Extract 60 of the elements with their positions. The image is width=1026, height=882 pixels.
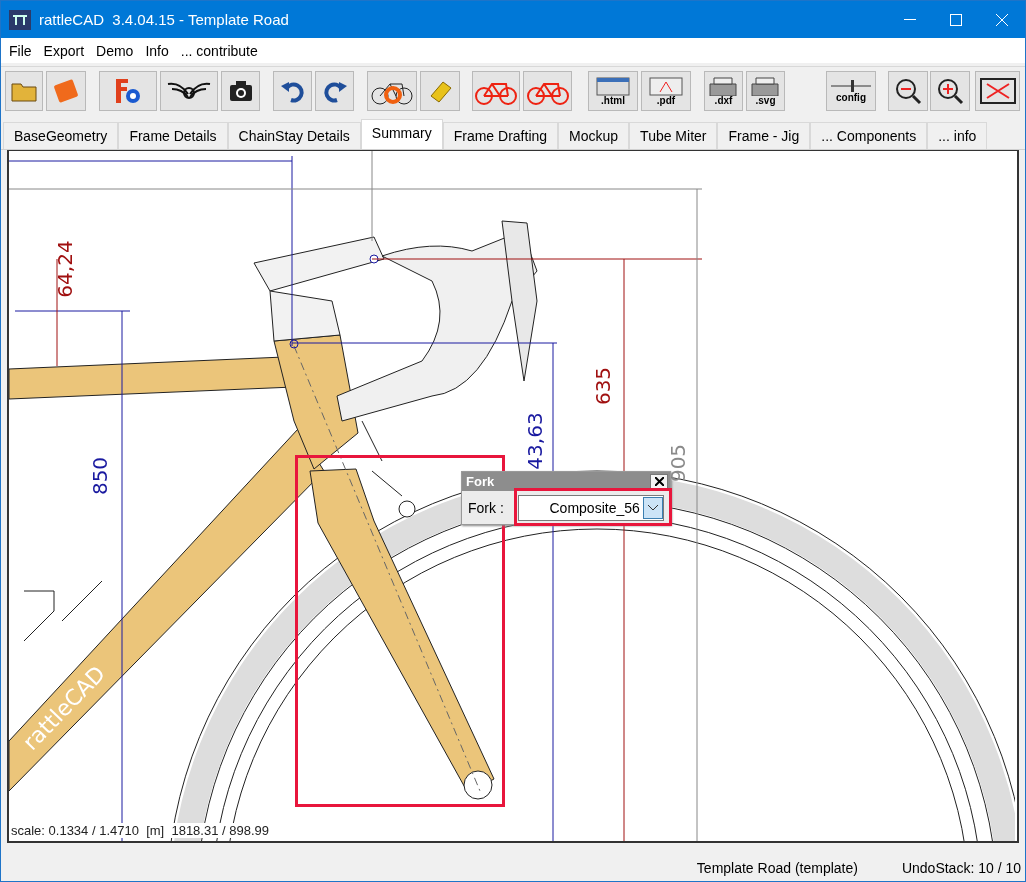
- tab[interactable]: Mockup: [558, 122, 630, 149]
- dialog-title: Fork: [466, 474, 495, 489]
- logo-button[interactable]: [160, 71, 218, 111]
- minimize-icon: [904, 18, 916, 21]
- close-icon: [996, 13, 1008, 26]
- tab[interactable]: ChainStay Details: [227, 122, 361, 149]
- export-button[interactable]: .svg: [746, 71, 785, 111]
- redo-button[interactable]: [315, 71, 354, 111]
- dimension-label: 635: [591, 366, 615, 406]
- tab[interactable]: ... info: [927, 122, 988, 149]
- menu-item[interactable]: Demo: [90, 42, 140, 59]
- zoom-in-icon: [935, 76, 965, 106]
- tab[interactable]: Frame Drafting: [442, 122, 559, 149]
- frame-view-button[interactable]: [472, 71, 520, 111]
- close-button[interactable]: [650, 473, 668, 490]
- tab[interactable]: ... Components: [810, 122, 928, 149]
- tab[interactable]: Frame - Jig: [717, 122, 811, 149]
- dropdown-button[interactable]: [642, 496, 663, 519]
- export-button[interactable]: .pdf: [641, 71, 691, 111]
- config-button[interactable]: config: [826, 71, 876, 111]
- fork-dropdown[interactable]: Composite_56: [517, 494, 664, 521]
- screenshot-button[interactable]: [221, 71, 260, 111]
- zoom-in-button[interactable]: [930, 71, 970, 111]
- pivot-marker: [289, 339, 299, 349]
- field-label: Fork :: [468, 499, 504, 516]
- dimension-label: 43,63: [523, 412, 547, 470]
- tab[interactable]: Frame Details: [118, 122, 228, 149]
- settings-button[interactable]: [99, 71, 157, 111]
- status-undo: UndoStack: 10 / 10: [901, 860, 1021, 876]
- pivot-marker: [369, 254, 379, 264]
- zoom-out-button[interactable]: [888, 71, 928, 111]
- open-file-button[interactable]: [5, 71, 43, 111]
- chevron-down-icon: [647, 504, 658, 511]
- menu-item[interactable]: Export: [37, 42, 91, 59]
- menu-item[interactable]: File: [3, 42, 38, 59]
- dimension-label: 850: [88, 456, 112, 496]
- dimension-label: 905: [666, 443, 690, 483]
- tab[interactable]: BaseGeometry: [3, 122, 119, 149]
- pdf-document-icon: [646, 76, 686, 96]
- close-icon: [654, 477, 664, 486]
- status-file: Template Road (template): [696, 860, 858, 876]
- undo-button[interactable]: [273, 71, 312, 111]
- maximize-icon: [950, 13, 962, 26]
- menu-item[interactable]: ... contribute: [174, 42, 264, 59]
- tab[interactable]: Tube Miter: [629, 122, 718, 149]
- slider-icon: [829, 79, 873, 93]
- update-button[interactable]: [367, 71, 417, 111]
- tab[interactable]: Summary: [360, 119, 443, 149]
- menu-item[interactable]: Info: [139, 42, 175, 59]
- export-button[interactable]: .html: [588, 71, 638, 111]
- dimension-label: 64,24: [53, 240, 77, 298]
- window-title: rattleCAD 3.4.04.15 - Template Road: [39, 11, 290, 28]
- fit-to-window-icon: [978, 77, 1017, 105]
- app-logo-icon: [9, 9, 31, 30]
- frame-view-button[interactable]: [523, 71, 572, 111]
- fit-button[interactable]: [975, 71, 1020, 111]
- window-icon: [593, 76, 633, 96]
- zoom-out-icon: [893, 76, 923, 106]
- export-button[interactable]: .dxf: [704, 71, 743, 111]
- scale-readout: scale: 0.1334 / 1.4710 [m] 1818.31 / 898.99: [11, 823, 270, 838]
